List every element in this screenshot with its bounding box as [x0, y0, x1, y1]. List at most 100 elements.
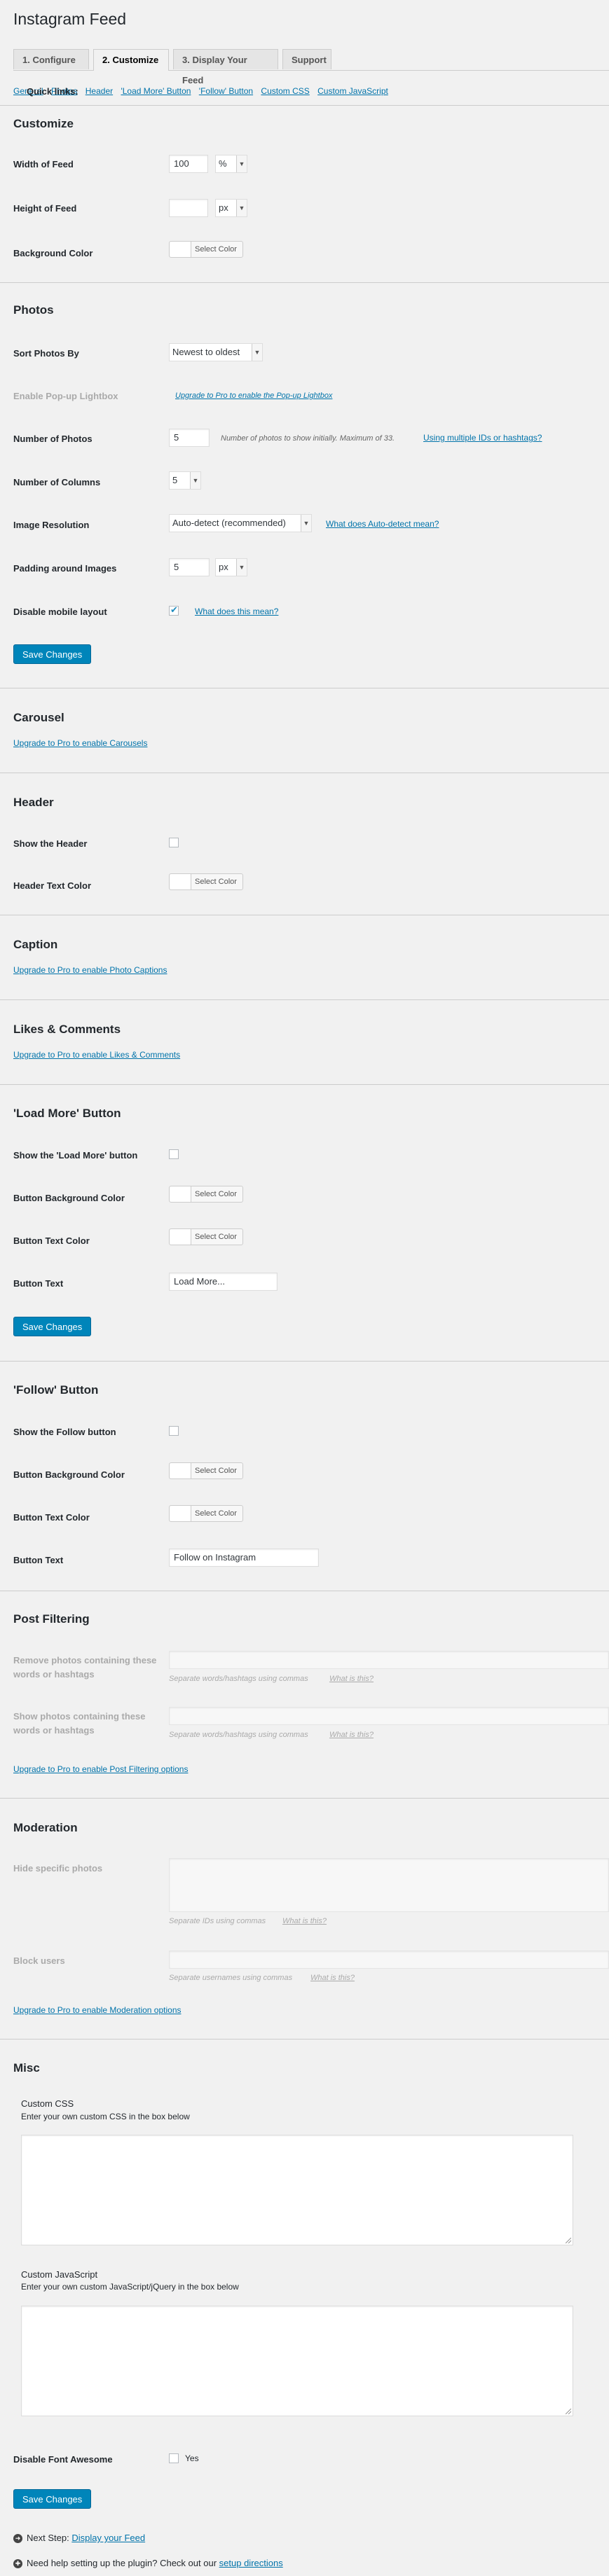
page-title: Instagram Feed [13, 10, 127, 28]
load-more-bg-label: Button Background Color [13, 1193, 125, 1203]
show-words-note: Separate words/hashtags using commas [169, 1731, 308, 1739]
columns-value: 5 [172, 475, 178, 485]
font-awesome-checkbox[interactable] [169, 2453, 179, 2463]
chevron-down-icon: ▼ [236, 200, 247, 216]
load-more-text-label: Button Text [13, 1278, 64, 1289]
load-more-text-color-button[interactable]: Select Color [169, 1228, 243, 1245]
lightbox-upgrade-link[interactable]: Upgrade to Pro to enable the Pop-up Ligh… [175, 392, 332, 400]
tab-bar: 1. Configure 2. Customize 3. Display You… [13, 49, 609, 85]
image-resolution-select[interactable]: Auto-detect (recommended) ▼ [169, 514, 312, 532]
follow-text-color-label: Button Text Color [13, 1512, 90, 1523]
sort-select[interactable]: Newest to oldest ▼ [169, 343, 263, 361]
image-resolution-label: Image Resolution [13, 520, 90, 530]
tab-support[interactable]: Support [282, 49, 331, 69]
resize-grip-icon[interactable] [566, 2238, 571, 2243]
select-color-label: Select Color [195, 245, 237, 254]
height-unit-select[interactable]: px ▼ [215, 199, 247, 217]
show-words-help-link[interactable]: What is this? [329, 1731, 374, 1739]
tab-configure[interactable]: 1. Configure [13, 49, 89, 69]
show-words-label: Show photos containing these words or ha… [13, 1711, 146, 1736]
carousel-upgrade-link[interactable]: Upgrade to Pro to enable Carousels [13, 738, 147, 748]
header-text-color-button[interactable]: Select Color [169, 873, 243, 890]
width-input[interactable]: 100 [169, 155, 208, 173]
likes-upgrade-link[interactable]: Upgrade to Pro to enable Likes & Comment… [13, 1050, 180, 1060]
width-unit-select[interactable]: % ▼ [215, 155, 247, 173]
block-users-input[interactable] [169, 1951, 609, 1969]
number-of-photos-label: Number of Photos [13, 434, 93, 444]
quick-links: Quick links: General Photos Header 'Load… [13, 86, 394, 97]
custom-js-textarea[interactable] [21, 2306, 573, 2416]
caption-upgrade-link[interactable]: Upgrade to Pro to enable Photo Captions [13, 965, 167, 975]
section-title-follow: 'Follow' Button [13, 1383, 99, 1397]
padding-unit-select[interactable]: px ▼ [215, 558, 247, 576]
resize-grip-icon[interactable] [566, 2409, 571, 2414]
display-feed-link[interactable]: Display your Feed [71, 2533, 145, 2543]
auto-detect-link[interactable]: What does Auto-detect mean? [326, 519, 439, 529]
setup-directions-link[interactable]: setup directions [219, 2558, 283, 2568]
width-label: Width of Feed [13, 159, 74, 169]
color-swatch [170, 1186, 191, 1202]
quick-link-custom-css[interactable]: Custom CSS [261, 86, 309, 96]
mobile-layout-checkbox[interactable] [169, 604, 179, 616]
chevron-down-icon: ▼ [252, 344, 262, 361]
help-text: Need help setting up the plugin? Check o… [27, 2558, 217, 2568]
height-unit-value: px [219, 202, 228, 213]
section-title-photos: Photos [13, 303, 54, 317]
follow-text-color-button[interactable]: Select Color [169, 1505, 243, 1522]
font-awesome-label: Disable Font Awesome [13, 2454, 113, 2465]
hide-photos-help-link[interactable]: What is this? [282, 1917, 327, 1925]
show-header-checkbox[interactable] [169, 838, 179, 847]
quick-link-follow[interactable]: 'Follow' Button [199, 86, 253, 96]
custom-css-textarea[interactable] [21, 2135, 573, 2245]
load-more-text-color-label: Button Text Color [13, 1235, 90, 1246]
show-follow-checkbox[interactable] [169, 1426, 179, 1436]
divider [0, 105, 609, 106]
chevron-down-icon: ▼ [301, 515, 311, 532]
moderation-upgrade-link[interactable]: Upgrade to Pro to enable Moderation opti… [13, 2005, 182, 2015]
section-title-load-more: 'Load More' Button [13, 1107, 121, 1120]
show-words-input[interactable] [169, 1707, 609, 1725]
select-color-label: Select Color [195, 1467, 237, 1475]
width-unit-value: % [219, 158, 227, 169]
tab-display-feed[interactable]: 3. Display Your Feed [173, 49, 278, 85]
tab-customize[interactable]: 2. Customize [93, 49, 169, 71]
number-of-columns-select[interactable]: 5 ▼ [169, 471, 201, 490]
follow-bg-color-button[interactable]: Select Color [169, 1462, 243, 1479]
quick-link-header[interactable]: Header [85, 86, 113, 96]
custom-js-desc: Enter your own custom JavaScript/jQuery … [21, 2282, 239, 2292]
load-more-bg-color-button[interactable]: Select Color [169, 1186, 243, 1203]
remove-words-help-link[interactable]: What is this? [329, 1675, 374, 1683]
number-of-columns-label: Number of Columns [13, 477, 101, 487]
quick-link-custom-js[interactable]: Custom JavaScript [317, 86, 388, 96]
mobile-layout-label: Disable mobile layout [13, 607, 107, 617]
save-button[interactable]: Save Changes [13, 644, 92, 664]
save-button[interactable]: Save Changes [13, 1317, 92, 1336]
section-title-likes: Likes & Comments [13, 1023, 121, 1036]
load-more-text-input[interactable]: Load More... [169, 1273, 278, 1291]
padding-unit-value: px [219, 562, 228, 572]
select-color-label: Select Color [195, 1190, 237, 1198]
multiple-ids-link[interactable]: Using multiple IDs or hashtags? [423, 433, 542, 443]
section-title-caption: Caption [13, 938, 58, 951]
follow-text-input[interactable]: Follow on Instagram [169, 1549, 319, 1567]
show-load-more-checkbox[interactable] [169, 1149, 179, 1159]
post-filtering-upgrade-link[interactable]: Upgrade to Pro to enable Post Filtering … [13, 1764, 188, 1774]
show-follow-label: Show the Follow button [13, 1427, 116, 1437]
padding-label: Padding around Images [13, 563, 117, 574]
background-color-button[interactable]: Select Color [169, 241, 243, 258]
quick-link-load-more[interactable]: 'Load More' Button [121, 86, 191, 96]
padding-input[interactable]: 5 [169, 558, 210, 576]
chevron-down-icon: ▼ [236, 559, 247, 576]
mobile-layout-link[interactable]: What does this mean? [195, 607, 278, 616]
save-button[interactable]: Save Changes [13, 2489, 92, 2509]
height-input[interactable] [169, 199, 208, 217]
block-users-note: Separate usernames using commas [169, 1974, 293, 1982]
select-color-label: Select Color [195, 878, 237, 886]
custom-css-title: Custom CSS [21, 2098, 74, 2109]
block-users-help-link[interactable]: What is this? [310, 1974, 355, 1982]
hide-photos-input[interactable] [169, 1858, 609, 1912]
lightbox-label: Enable Pop-up Lightbox [13, 391, 118, 401]
height-label: Height of Feed [13, 203, 77, 214]
number-of-photos-input[interactable]: 5 [169, 429, 210, 447]
remove-words-input[interactable] [169, 1651, 609, 1669]
